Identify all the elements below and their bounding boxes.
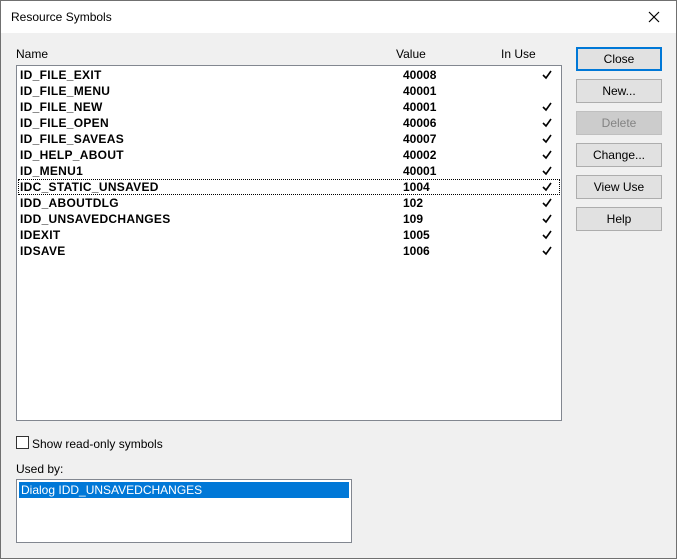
symbol-value: 40001: [403, 84, 437, 98]
dialog-title: Resource Symbols: [11, 10, 112, 24]
check-icon: [542, 182, 552, 192]
in-use-indicator: [542, 163, 554, 179]
symbol-value: 40001: [403, 100, 437, 114]
symbol-name: IDD_UNSAVEDCHANGES: [20, 212, 171, 226]
table-row[interactable]: ID_FILE_MENU 40001: [18, 83, 560, 99]
check-icon: [542, 246, 552, 256]
check-icon: [542, 102, 552, 112]
table-row[interactable]: IDD_ABOUTDLG 102: [18, 195, 560, 211]
help-button[interactable]: Help: [576, 207, 662, 231]
in-use-indicator: [542, 115, 554, 131]
in-use-indicator: [542, 83, 554, 99]
check-icon: [542, 70, 552, 80]
table-row[interactable]: ID_FILE_NEW 40001: [18, 99, 560, 115]
symbol-name: ID_HELP_ABOUT: [20, 148, 124, 162]
symbol-value: 40002: [403, 148, 437, 162]
symbols-list[interactable]: ID_FILE_EXIT 40008 ID_FILE_MENU 40001 ID_FIL…: [16, 65, 562, 421]
view-use-button[interactable]: View Use: [576, 175, 662, 199]
used-by-list[interactable]: Dialog IDD_UNSAVEDCHANGES: [16, 479, 352, 543]
check-icon: [542, 150, 552, 160]
in-use-indicator: [542, 67, 554, 83]
symbol-value: 102: [403, 196, 424, 210]
table-row[interactable]: IDD_UNSAVEDCHANGES 109: [18, 211, 560, 227]
symbol-name: ID_FILE_MENU: [20, 84, 111, 98]
table-row[interactable]: ID_MENU1 40001: [18, 163, 560, 179]
in-use-indicator: [542, 227, 554, 243]
symbol-name: IDSAVE: [20, 244, 66, 258]
symbol-value: 1004: [403, 180, 430, 194]
in-use-indicator: [542, 195, 554, 211]
used-by-item[interactable]: Dialog IDD_UNSAVEDCHANGES: [19, 482, 349, 498]
check-icon: [542, 134, 552, 144]
table-row[interactable]: ID_FILE_SAVEAS 40007: [18, 131, 560, 147]
symbol-name: ID_FILE_EXIT: [20, 68, 102, 82]
symbol-name: ID_MENU1: [20, 164, 84, 178]
in-use-indicator: [542, 99, 554, 115]
symbol-value: 1006: [403, 244, 430, 258]
check-icon: [542, 214, 552, 224]
show-readonly-checkbox[interactable]: [16, 436, 29, 449]
title-bar: Resource Symbols: [1, 1, 676, 33]
symbol-name: ID_FILE_NEW: [20, 100, 103, 114]
used-by-label: Used by:: [16, 462, 64, 476]
symbol-value: 40006: [403, 116, 437, 130]
symbol-value: 40007: [403, 132, 437, 146]
symbol-value: 1005: [403, 228, 430, 242]
symbol-value: 40008: [403, 68, 437, 82]
check-icon: [542, 166, 552, 176]
resource-symbols-dialog: Resource Symbols Name Value In Use ID_FI…: [0, 0, 677, 559]
check-icon: [542, 230, 552, 240]
symbol-value: 109: [403, 212, 424, 226]
symbol-name: ID_FILE_SAVEAS: [20, 132, 125, 146]
symbol-name: IDEXIT: [20, 228, 61, 242]
column-header-value: Value: [396, 47, 426, 61]
table-row[interactable]: IDSAVE 1006: [18, 243, 560, 259]
in-use-indicator: [542, 243, 554, 259]
in-use-indicator: [542, 131, 554, 147]
new-button[interactable]: New...: [576, 79, 662, 103]
show-readonly-label[interactable]: Show read-only symbols: [32, 437, 163, 451]
close-window-button[interactable]: [632, 1, 676, 33]
table-row[interactable]: ID_HELP_ABOUT 40002: [18, 147, 560, 163]
symbol-name: IDC_STATIC_UNSAVED: [20, 180, 159, 194]
symbol-name: IDD_ABOUTDLG: [20, 196, 119, 210]
in-use-indicator: [542, 147, 554, 163]
table-row[interactable]: IDEXIT 1005: [18, 227, 560, 243]
column-header-name: Name: [16, 47, 49, 61]
symbol-value: 40001: [403, 164, 437, 178]
table-row[interactable]: ID_FILE_OPEN 40006: [18, 115, 560, 131]
symbol-name: ID_FILE_OPEN: [20, 116, 109, 130]
change-button[interactable]: Change...: [576, 143, 662, 167]
in-use-indicator: [542, 179, 554, 195]
in-use-indicator: [542, 211, 554, 227]
close-icon: [648, 11, 660, 23]
close-button[interactable]: Close: [576, 47, 662, 71]
column-header-in-use: In Use: [501, 47, 536, 61]
table-row[interactable]: ID_FILE_EXIT 40008: [18, 67, 560, 83]
delete-button[interactable]: Delete: [576, 111, 662, 135]
check-icon: [542, 118, 552, 128]
check-icon: [542, 198, 552, 208]
table-row[interactable]: IDC_STATIC_UNSAVED 1004: [18, 179, 560, 195]
